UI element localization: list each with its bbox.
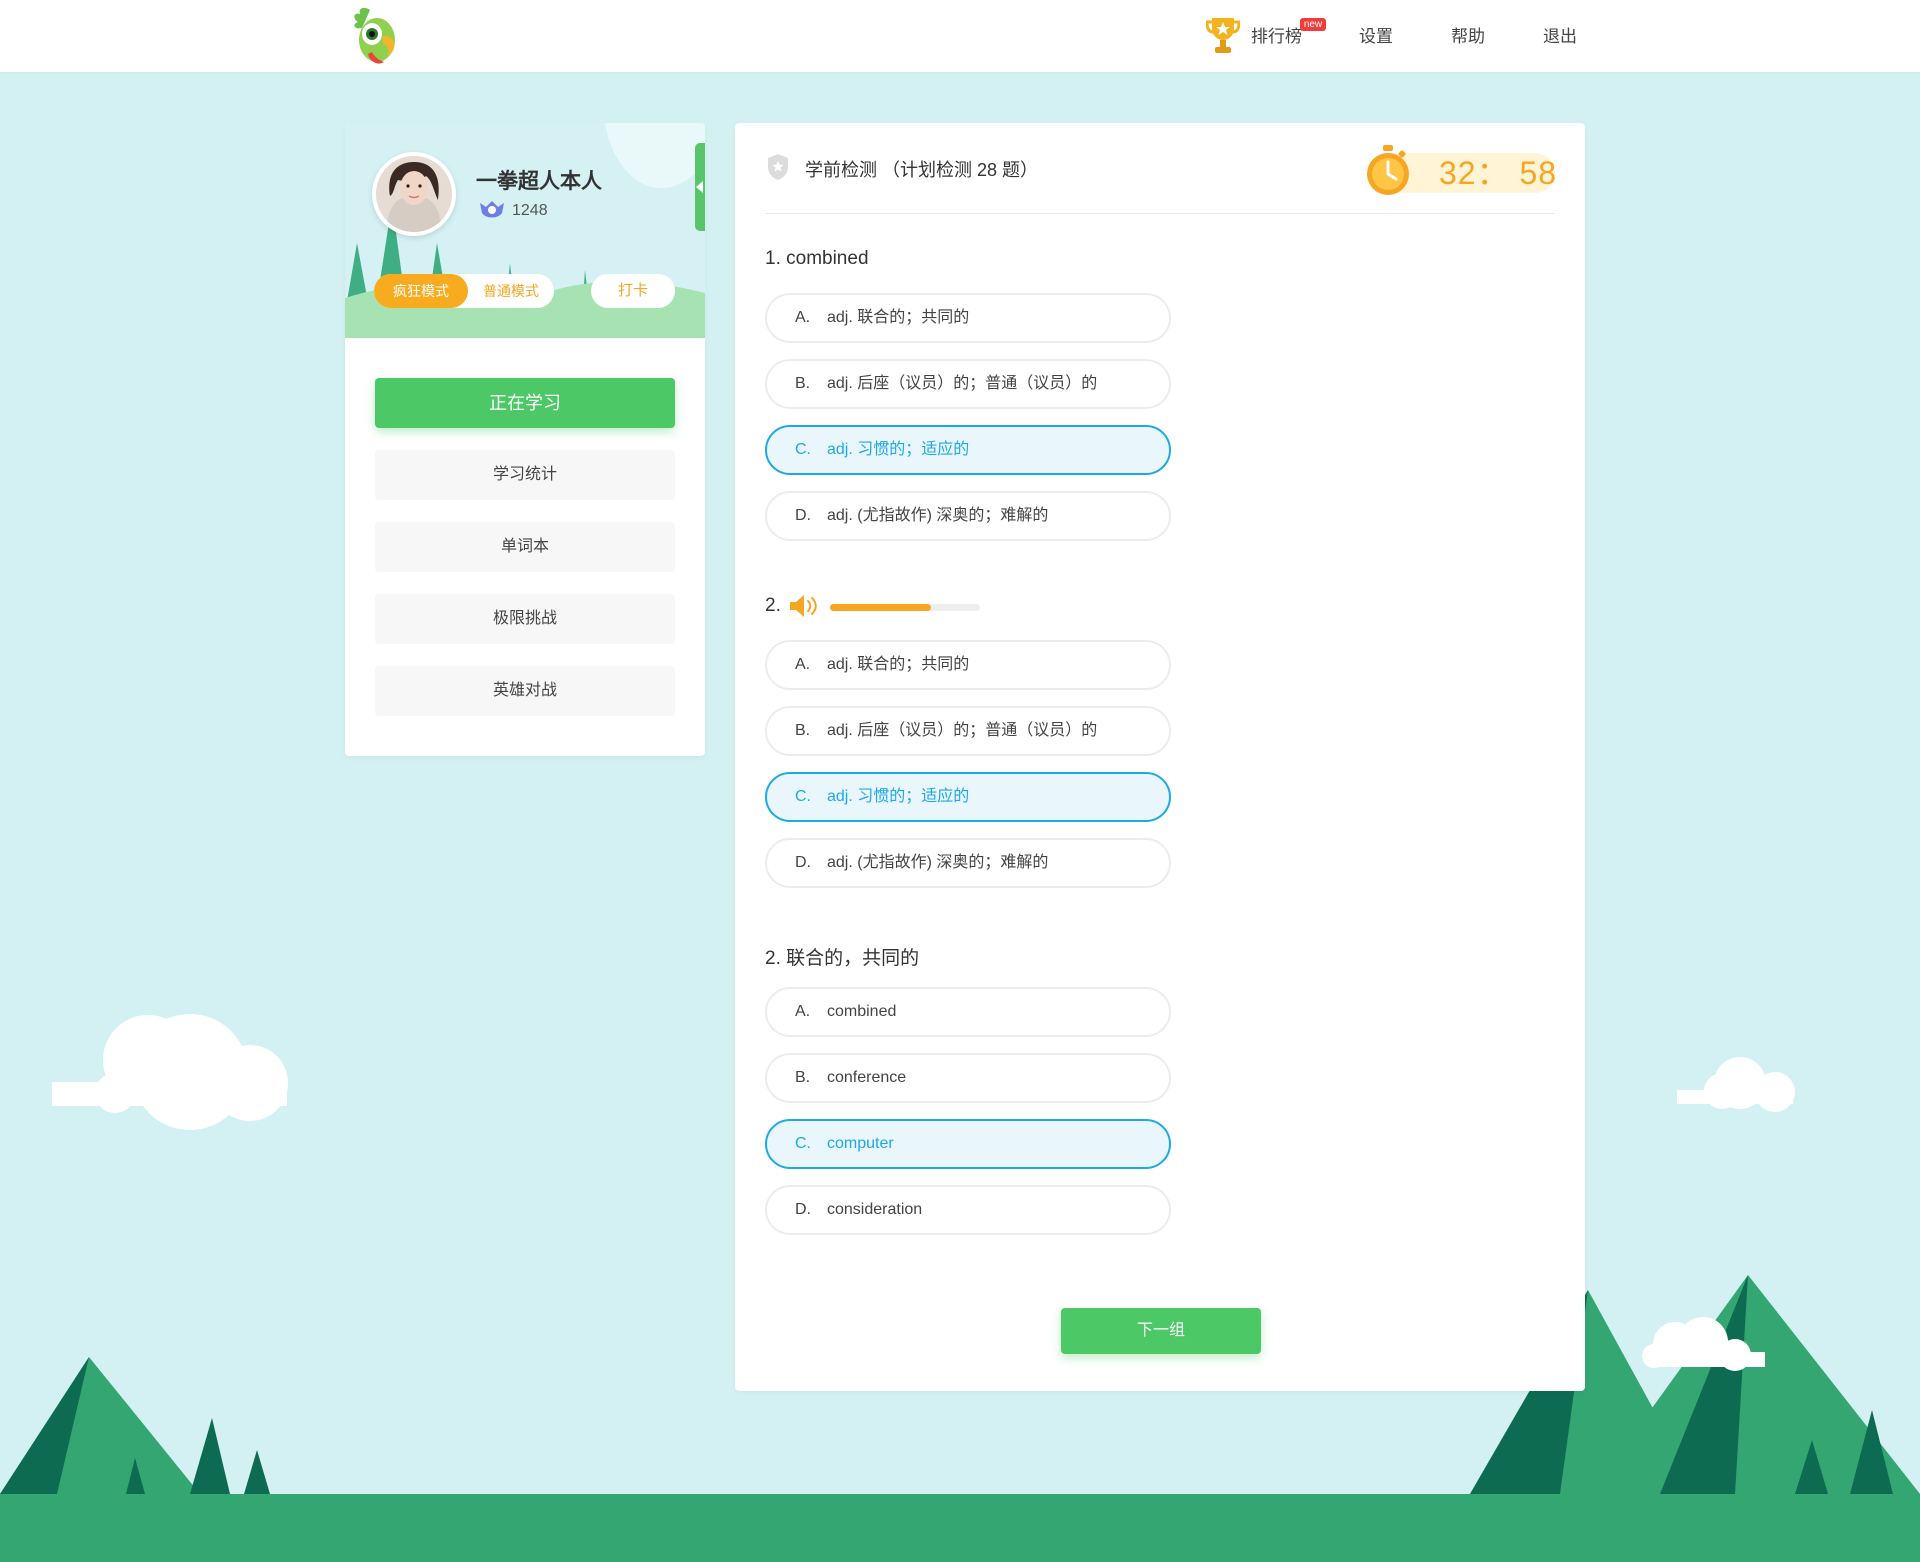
new-badge: new: [1300, 18, 1326, 31]
quiz-card: 学前检测 （计划检测 28 题） 32： 58 1. combined A. a…: [735, 123, 1585, 1391]
option-letter: A.: [795, 656, 811, 673]
option-letter: A.: [795, 309, 811, 326]
question-1-option-a[interactable]: A. adj. 联合的；共同的: [765, 293, 1171, 343]
question-2-title: 2.: [765, 595, 781, 616]
timer-countdown: 32： 58: [1439, 155, 1558, 191]
option-text: combined: [827, 1003, 897, 1020]
option-text: adj. 后座（议员）的；普通（议员）的: [827, 722, 1098, 739]
username: 一拳超人本人: [476, 170, 602, 193]
option-letter: B.: [795, 722, 811, 739]
ground: [0, 1494, 1920, 1562]
mode-toggle: 疯狂模式 普通模式: [374, 274, 554, 308]
question-2-option-c[interactable]: C. adj. 习惯的；适应的: [765, 772, 1171, 822]
cloud-right: [1677, 1057, 1795, 1112]
next-group-button[interactable]: 下一组: [1061, 1308, 1261, 1354]
profile-card: 一拳超人本人 1248 疯狂模式 普通模式 打卡 正在学习 学习统计 单词本 极…: [345, 123, 705, 756]
option-letter: A.: [795, 1003, 811, 1020]
question-3-option-d[interactable]: D. consideration: [765, 1185, 1171, 1235]
question-1-option-d[interactable]: D. adj. (尤指故作) 深奥的；难解的: [765, 491, 1171, 541]
option-letter: B.: [795, 375, 811, 392]
option-text: adj. 后座（议员）的；普通（议员）的: [827, 375, 1098, 392]
speaker-icon[interactable]: [789, 593, 821, 619]
cloud-left: [52, 1014, 288, 1130]
question-1-title: 1. combined: [765, 248, 869, 269]
nav-settings[interactable]: 设置: [1359, 22, 1393, 52]
menu-item-wordbook[interactable]: 单词本: [375, 522, 675, 572]
audio-progress-fill: [830, 604, 931, 611]
divider: [765, 213, 1555, 214]
option-text: computer: [827, 1135, 894, 1152]
avatar[interactable]: [372, 152, 456, 236]
question-2-option-d[interactable]: D. adj. (尤指故作) 深奥的；难解的: [765, 838, 1171, 888]
question-3-option-a[interactable]: A. combined: [765, 987, 1171, 1037]
audio-progress-bar[interactable]: [830, 604, 980, 611]
option-letter: D.: [795, 1201, 811, 1218]
menu-item-studying[interactable]: 正在学习: [375, 378, 675, 428]
trophy-icon[interactable]: [1206, 14, 1240, 56]
question-2-option-a[interactable]: A. adj. 联合的；共同的: [765, 640, 1171, 690]
question-3-option-b[interactable]: B. conference: [765, 1053, 1171, 1103]
parrot-logo-icon[interactable]: [350, 4, 400, 68]
option-text: adj. 习惯的；适应的: [827, 441, 970, 458]
shield-icon: [768, 154, 788, 180]
option-text: adj. 联合的；共同的: [827, 656, 970, 673]
option-letter: D.: [795, 854, 811, 871]
menu-item-statistics[interactable]: 学习统计: [375, 450, 675, 500]
stopwatch-icon: [1367, 145, 1409, 195]
option-letter: C.: [795, 788, 811, 805]
option-letter: B.: [795, 1069, 811, 1086]
rank-badge-icon: [480, 201, 504, 218]
menu-item-battle[interactable]: 英雄对战: [375, 666, 675, 716]
quiz-title: 学前检测 （计划检测 28 题）: [805, 160, 1039, 180]
option-text: adj. (尤指故作) 深奥的；难解的: [827, 854, 1049, 871]
option-letter: D.: [795, 507, 811, 524]
option-letter: C.: [795, 1135, 811, 1152]
question-3-option-c[interactable]: C. computer: [765, 1119, 1171, 1169]
question-3-title: 2. 联合的，共同的: [765, 948, 920, 969]
nav-logout[interactable]: 退出: [1543, 22, 1577, 52]
nav-ranking[interactable]: 排行榜: [1251, 22, 1302, 52]
mode-crazy-button[interactable]: 疯狂模式: [374, 274, 468, 308]
score: 1248: [512, 202, 548, 219]
question-1-option-c[interactable]: C. adj. 习惯的；适应的: [765, 425, 1171, 475]
option-text: adj. (尤指故作) 深奥的；难解的: [827, 507, 1049, 524]
option-letter: C.: [795, 441, 811, 458]
question-2-option-b[interactable]: B. adj. 后座（议员）的；普通（议员）的: [765, 706, 1171, 756]
question-1-option-b[interactable]: B. adj. 后座（议员）的；普通（议员）的: [765, 359, 1171, 409]
checkin-button[interactable]: 打卡: [591, 274, 675, 308]
option-text: adj. 联合的；共同的: [827, 309, 970, 326]
option-text: consideration: [827, 1201, 923, 1218]
menu-item-challenge[interactable]: 极限挑战: [375, 594, 675, 644]
collapse-arrow-icon[interactable]: [695, 143, 705, 231]
nav-help[interactable]: 帮助: [1451, 22, 1485, 52]
mode-normal-button[interactable]: 普通模式: [468, 274, 554, 308]
option-text: conference: [827, 1069, 907, 1086]
top-navigation-bar: 排行榜 new 设置 帮助 退出: [0, 0, 1920, 72]
option-text: adj. 习惯的；适应的: [827, 788, 970, 805]
